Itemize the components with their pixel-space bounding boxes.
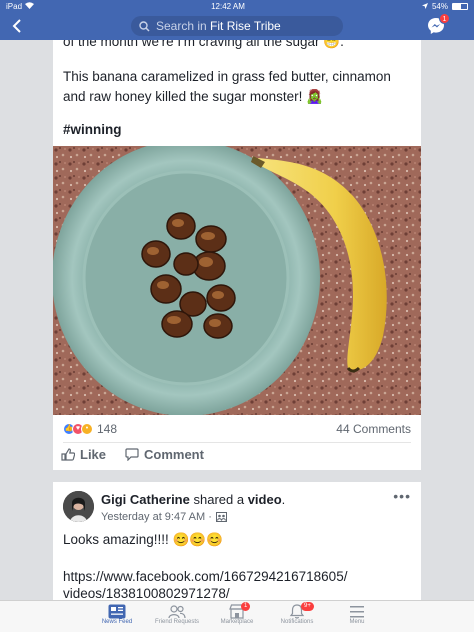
tab-menu[interactable]: Menu (331, 601, 383, 632)
comment-icon (125, 448, 139, 461)
link-line: videos/1838100802971278/ (63, 586, 230, 601)
tab-label: News Feed (101, 619, 133, 625)
search-input[interactable]: Search in Fit Rise Tribe (131, 16, 343, 36)
status-bar: iPad 12:42 AM 54% (0, 0, 474, 12)
battery-icon (452, 2, 468, 10)
tab-marketplace[interactable]: 1 Marketplace (211, 601, 263, 632)
more-options-button[interactable]: ••• (393, 488, 411, 504)
search-group-name: Fit Rise Tribe (210, 19, 281, 33)
search-placeholder: Search in Fit Rise Tribe (156, 19, 281, 33)
menu-icon (350, 606, 364, 618)
group-privacy-icon (215, 512, 227, 522)
comment-button[interactable]: Comment (125, 447, 204, 462)
tab-friend-requests[interactable]: Friend Requests (151, 601, 203, 632)
post-card: of the month we're I'm craving all the s… (53, 40, 421, 470)
chevron-left-icon (12, 19, 21, 33)
tab-badge: 1 (241, 602, 251, 611)
post-header: Gigi Catherine shared a video. (101, 492, 285, 507)
author-name[interactable]: Gigi Catherine (101, 492, 190, 507)
tab-label: Marketplace (220, 619, 254, 625)
timestamp[interactable]: Yesterday at 9:47 AM · (101, 511, 212, 523)
tab-bar: News Feed Friend Requests 1 Marketplace … (0, 600, 474, 632)
tab-badge: 9+ (301, 602, 314, 611)
wifi-icon (25, 1, 35, 11)
like-label: Like (80, 447, 107, 462)
tab-notifications[interactable]: 9+ Notifications (271, 601, 323, 632)
divider (63, 442, 411, 443)
shared-period: . (281, 492, 286, 507)
tab-news-feed[interactable]: News Feed (91, 601, 143, 632)
shared-text: shared a (193, 492, 245, 507)
reaction-summary[interactable]: 👍 ♥ • 148 (63, 422, 117, 436)
battery-percent: 54% (431, 1, 448, 11)
avatar[interactable] (63, 491, 94, 522)
post-photo[interactable] (53, 146, 421, 415)
messenger-badge: 1 (439, 13, 450, 24)
news-feed-icon (108, 604, 126, 619)
comment-label: Comment (144, 447, 204, 462)
post-text-partial: of the month we're I'm craving all the s… (63, 40, 344, 49)
tab-label: Menu (349, 619, 365, 625)
device-label: iPad (6, 1, 23, 11)
search-icon (139, 20, 150, 32)
link-line: https://www.facebook.com/166729421671860… (63, 569, 348, 584)
friends-icon (168, 605, 186, 619)
shared-object-link[interactable]: video (248, 492, 282, 507)
post-body: Looks amazing!!!! 😊😊😊 (63, 532, 223, 547)
hashtag-link[interactable]: #winning (63, 120, 413, 140)
wow-reaction-icon: • (81, 423, 93, 435)
messenger-button[interactable]: 1 (426, 13, 450, 36)
like-button[interactable]: Like (61, 447, 106, 462)
nav-bar: Search in Fit Rise Tribe 1 (0, 12, 474, 40)
post-body: This banana caramelized in grass fed but… (63, 69, 391, 104)
clock: 12:42 AM (211, 1, 245, 11)
thumbs-up-icon (61, 448, 75, 461)
banana-plate-image (53, 146, 421, 415)
reaction-count: 148 (97, 422, 118, 436)
back-button[interactable] (0, 12, 34, 40)
location-icon (421, 2, 428, 11)
comments-count[interactable]: 44 Comments (336, 422, 411, 436)
timestamp-row: Yesterday at 9:47 AM · (101, 511, 227, 523)
tab-label: Notifications (280, 619, 314, 625)
video-link[interactable]: https://www.facebook.com/166729421671860… (63, 568, 413, 602)
tab-label: Friend Requests (154, 619, 200, 625)
